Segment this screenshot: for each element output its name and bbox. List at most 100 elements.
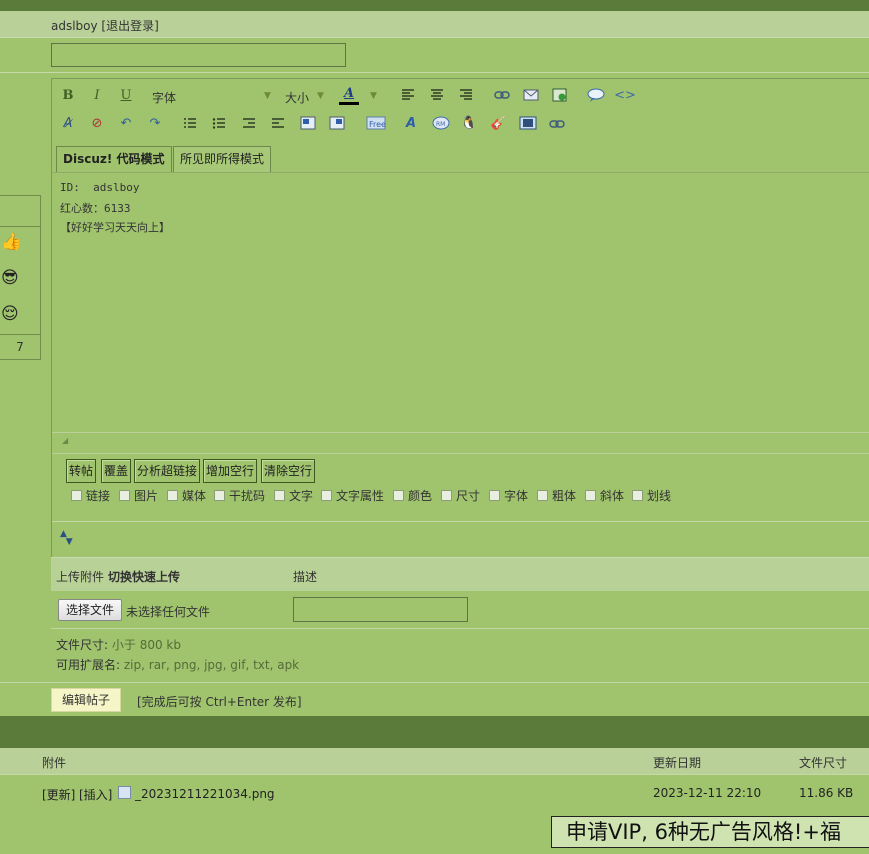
repost-button[interactable]: 转帖 bbox=[66, 459, 97, 483]
resize-grip-icon[interactable]: ◢ bbox=[62, 436, 68, 445]
remove-format-icon[interactable]: A̷ bbox=[57, 114, 79, 134]
link-more-icon[interactable] bbox=[549, 118, 565, 130]
align-center-icon[interactable] bbox=[430, 89, 444, 101]
section-bar bbox=[0, 716, 869, 748]
strip-option-image[interactable]: 图片 bbox=[119, 487, 158, 504]
expand-collapse-icon[interactable]: ▲ ▼ bbox=[60, 530, 73, 547]
strip-option-text-attr[interactable]: 文字属性 bbox=[321, 487, 384, 504]
link-icon[interactable] bbox=[494, 89, 510, 101]
checkbox-label: 斜体 bbox=[600, 489, 625, 503]
unordered-list-icon[interactable] bbox=[212, 118, 226, 130]
checkbox-label: 媒体 bbox=[182, 489, 207, 503]
strip-option-strike[interactable]: 划线 bbox=[632, 487, 671, 504]
text-effect-icon[interactable]: A bbox=[400, 114, 422, 134]
thumbs-up-smiley[interactable]: 👍 bbox=[1, 232, 22, 252]
free-tag-icon[interactable]: Free bbox=[366, 116, 386, 130]
indent-icon[interactable] bbox=[271, 118, 285, 130]
flash-media-icon[interactable]: 🎸 bbox=[488, 114, 510, 134]
update-link[interactable]: [更新] bbox=[42, 786, 75, 803]
font-size-select[interactable]: 大小 bbox=[285, 89, 309, 106]
insert-link[interactable]: [插入] bbox=[79, 786, 112, 803]
file-status: 未选择任何文件 bbox=[126, 605, 211, 619]
strip-option-media[interactable]: 媒体 bbox=[167, 487, 206, 504]
email-icon[interactable] bbox=[523, 88, 539, 102]
checkbox[interactable] bbox=[537, 490, 548, 501]
add-blank-lines-button[interactable]: 增加空行 bbox=[203, 459, 258, 483]
qq-icon[interactable]: 🐧 bbox=[458, 114, 480, 134]
cool-smiley[interactable]: 😎 bbox=[1, 268, 19, 288]
subject-input[interactable] bbox=[51, 43, 346, 67]
chevron-down-icon[interactable]: ▼ bbox=[264, 91, 271, 101]
tab-discuz-code[interactable]: Discuz! 代码模式 bbox=[56, 146, 172, 172]
strip-option-link[interactable]: 链接 bbox=[71, 487, 110, 504]
checkbox[interactable] bbox=[321, 490, 332, 501]
float-left-icon[interactable] bbox=[300, 116, 316, 130]
overwrite-button[interactable]: 覆盖 bbox=[101, 459, 132, 483]
column-size: 文件尺寸 bbox=[799, 756, 848, 770]
rm-media-icon[interactable]: RM bbox=[432, 116, 450, 130]
ordered-list-icon[interactable] bbox=[183, 118, 197, 130]
outdent-icon[interactable] bbox=[242, 118, 256, 130]
align-right-icon[interactable] bbox=[459, 89, 473, 101]
checkbox[interactable] bbox=[441, 490, 452, 501]
checkbox[interactable] bbox=[632, 490, 643, 501]
tab-wysiwyg[interactable]: 所见即所得模式 bbox=[173, 146, 272, 172]
strip-option-color[interactable]: 颜色 bbox=[393, 487, 432, 504]
text-line: 红心数：6133 bbox=[60, 202, 131, 215]
vip-banner[interactable]: 申请VIP, 6种无广告风格!+福 bbox=[551, 816, 869, 848]
clear-blank-lines-button[interactable]: 清除空行 bbox=[261, 459, 316, 483]
strip-option-font[interactable]: 字体 bbox=[489, 487, 528, 504]
parse-links-button[interactable]: 分析超链接 bbox=[134, 459, 201, 483]
edit-post-button[interactable]: 编辑帖子 bbox=[51, 688, 121, 712]
checkbox[interactable] bbox=[393, 490, 404, 501]
checkbox-label: 干扰码 bbox=[229, 489, 266, 503]
chevron-down-icon[interactable]: ▼ bbox=[317, 91, 324, 101]
undo-icon[interactable]: ↶ bbox=[115, 114, 137, 134]
code-icon[interactable]: <> bbox=[614, 86, 636, 106]
italic-button[interactable]: I bbox=[86, 86, 108, 106]
choose-file-button[interactable]: 选择文件 bbox=[58, 599, 122, 621]
align-left-icon[interactable] bbox=[401, 89, 415, 101]
color-swatch bbox=[339, 102, 359, 105]
chevron-down-icon[interactable]: ▼ bbox=[370, 91, 377, 101]
font-color-icon[interactable]: A bbox=[338, 84, 360, 104]
checkbox[interactable] bbox=[71, 490, 82, 501]
checkbox-label: 文字属性 bbox=[336, 489, 385, 503]
font-family-select[interactable]: 字体 bbox=[152, 89, 176, 106]
checkbox[interactable] bbox=[214, 490, 225, 501]
strip-option-size[interactable]: 尺寸 bbox=[441, 487, 480, 504]
checkbox[interactable] bbox=[489, 490, 500, 501]
column-date: 更新日期 bbox=[653, 756, 702, 770]
attachment-filename: _20231211221034.png bbox=[135, 787, 275, 801]
user-login-info[interactable]: adslboy [退出登录] bbox=[51, 17, 159, 34]
attachment-header: 上传附件 切换快速上传 描述 bbox=[51, 557, 869, 591]
divider bbox=[0, 226, 40, 227]
strip-option-bold[interactable]: 粗体 bbox=[537, 487, 576, 504]
strip-option-noise[interactable]: 干扰码 bbox=[214, 487, 265, 504]
extensions-info: 可用扩展名: zip, rar, png, jpg, gif, txt, apk bbox=[56, 656, 299, 673]
float-right-icon[interactable] bbox=[329, 116, 345, 130]
underline-button[interactable]: U bbox=[115, 86, 137, 106]
checkbox[interactable] bbox=[119, 490, 130, 501]
checkbox[interactable] bbox=[167, 490, 178, 501]
bold-button[interactable]: B bbox=[57, 86, 79, 106]
message-textarea[interactable]: ID: adslboy 红心数：6133 【好好学习天天向上】 bbox=[52, 172, 869, 433]
image-file-icon bbox=[118, 786, 131, 799]
video-icon[interactable] bbox=[519, 116, 537, 130]
redo-icon[interactable]: ↷ bbox=[144, 114, 166, 134]
unlink-icon[interactable]: ⊘ bbox=[86, 114, 108, 134]
description-input[interactable] bbox=[293, 597, 468, 622]
smiley-page-number[interactable]: 7 bbox=[0, 340, 40, 354]
checkbox[interactable] bbox=[274, 490, 285, 501]
content-smiley[interactable]: 😌 bbox=[1, 304, 19, 324]
checkbox[interactable] bbox=[585, 490, 596, 501]
switch-quick-upload-link[interactable]: 切换快速上传 bbox=[108, 568, 180, 585]
description-label: 描述 bbox=[293, 570, 318, 584]
attachment-file[interactable]: _20231211221034.png bbox=[115, 786, 275, 801]
quote-icon[interactable] bbox=[587, 88, 605, 102]
top-bar bbox=[0, 0, 869, 11]
strip-option-text[interactable]: 文字 bbox=[274, 487, 313, 504]
checkbox-label: 文字 bbox=[289, 489, 314, 503]
insert-image-icon[interactable] bbox=[552, 88, 568, 102]
strip-option-italic[interactable]: 斜体 bbox=[585, 487, 624, 504]
